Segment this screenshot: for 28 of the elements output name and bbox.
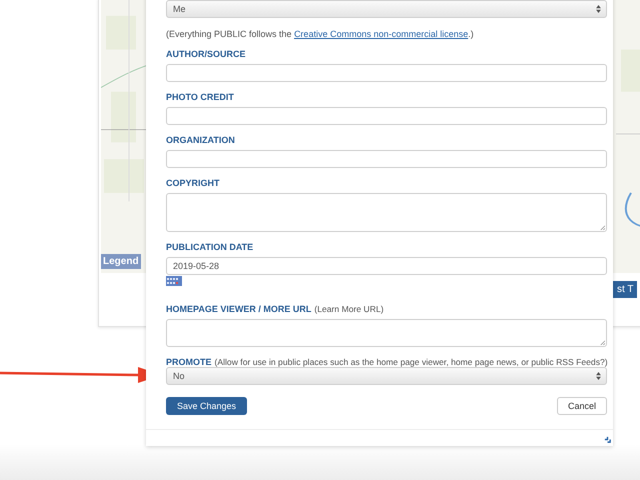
date-field[interactable]: 2019-05-28	[166, 257, 607, 275]
text-field[interactable]	[166, 64, 607, 82]
license-link[interactable]: Creative Commons non-commercial license	[294, 29, 468, 39]
resize-grip-icon	[600, 225, 605, 230]
field-label: PUBLICATION DATE	[166, 242, 254, 252]
resize-corner-icon[interactable]	[604, 436, 611, 443]
text-field[interactable]	[166, 150, 607, 168]
field-hint: (Allow for use in public places such as the home page viewer, home page news, or public RSS Feeds?)	[214, 357, 608, 367]
updown-icon	[596, 5, 601, 13]
field-label: PHOTO CREDIT	[166, 92, 234, 102]
url-field[interactable]	[166, 319, 607, 347]
promote-select[interactable]: No	[166, 367, 607, 385]
field-label: PROMOTE	[166, 357, 212, 367]
field-label: AUTHOR/SOURCE	[166, 49, 246, 59]
updown-icon	[596, 372, 601, 380]
owner-select[interactable]: Me	[166, 0, 607, 18]
resize-grip-icon	[600, 340, 605, 345]
field-label: HOMEPAGE VIEWER / MORE URL	[166, 304, 312, 314]
map-button[interactable]: st T	[613, 281, 638, 298]
field-hint: (Learn More URL)	[314, 304, 384, 314]
calendar-icon[interactable]	[166, 276, 182, 286]
cancel-button[interactable]: Cancel	[556, 397, 607, 415]
text-area[interactable]	[166, 193, 607, 232]
save-button[interactable]: Save Changes	[166, 397, 248, 415]
license-note: (Everything PUBLIC follows the Creative Commons non-commercial license.)	[166, 29, 475, 39]
field-label: COPYRIGHT	[166, 178, 220, 188]
text-field[interactable]	[166, 107, 607, 125]
field-label: ORGANIZATION	[166, 135, 235, 145]
